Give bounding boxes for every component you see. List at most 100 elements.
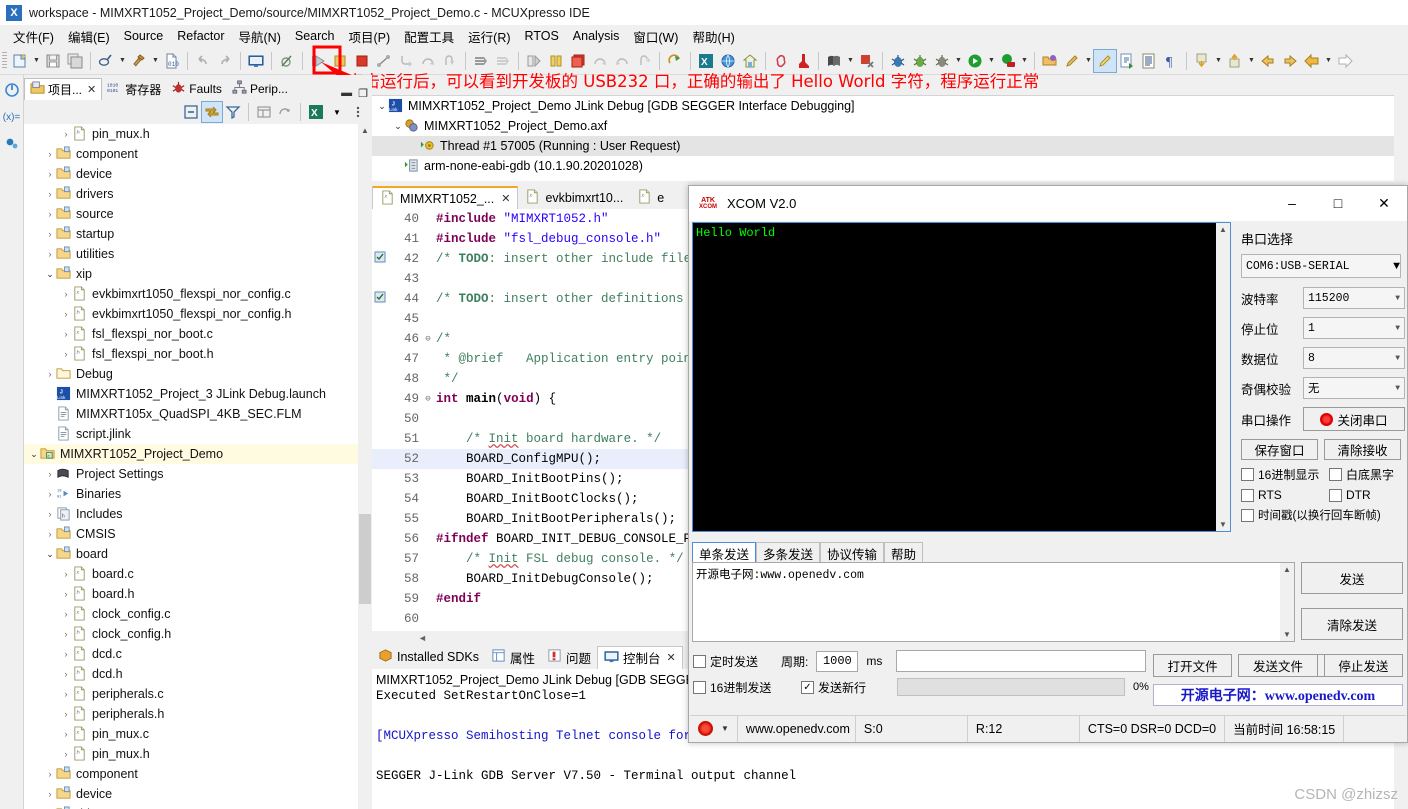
tree-twisty[interactable]: › xyxy=(60,589,72,599)
scroll-thumb[interactable] xyxy=(359,514,371,604)
menu-item-12[interactable]: 帮助(H) xyxy=(685,25,741,48)
tree-twisty[interactable]: › xyxy=(60,329,72,339)
project-tab-0[interactable]: 项目... ✕ xyxy=(24,78,103,100)
mcuxpresso-icon[interactable]: X xyxy=(306,102,326,122)
xcom-send-scrollbar[interactable]: ▲ ▼ xyxy=(1280,563,1294,641)
menu-item-6[interactable]: 项目(P) xyxy=(341,25,397,48)
tree-item[interactable]: › .c clock_config.c xyxy=(24,604,358,624)
skip-breakpoints-button[interactable] xyxy=(276,50,298,72)
layout-icon[interactable] xyxy=(254,102,274,122)
fold-toggle[interactable]: ⊖ xyxy=(422,334,434,344)
link-with-editor-icon[interactable] xyxy=(201,101,223,123)
menu-item-8[interactable]: 运行(R) xyxy=(461,25,517,48)
editor-tab-0[interactable]: .c MIMXRT1052_... ✕ xyxy=(372,186,519,209)
xcom-field-select[interactable]: 无 ▼ xyxy=(1303,377,1405,399)
next-annotation-button[interactable] xyxy=(1191,50,1213,72)
console-tab-3[interactable]: 控制台 ✕ xyxy=(597,645,683,669)
back-dropdown[interactable]: ▼ xyxy=(1323,50,1334,72)
tree-twisty[interactable]: › xyxy=(60,349,72,359)
scroll-down-arrow[interactable]: ▼ xyxy=(1283,630,1291,641)
xcom-receive-area[interactable]: Hello World ▲ ▼ xyxy=(692,222,1231,532)
tree-twisty[interactable]: ⌄ xyxy=(28,449,40,460)
debug-tree-item[interactable]: arm-none-eabi-gdb (10.1.90.20201028) xyxy=(372,156,1408,176)
menu-item-4[interactable]: 导航(N) xyxy=(232,25,288,48)
xcom-send-tab-1[interactable]: 多条发送 xyxy=(756,542,821,563)
console-tab-1[interactable]: 属性 xyxy=(485,646,541,669)
xcom-field-select[interactable]: 1 ▼ xyxy=(1303,317,1405,339)
binary-file-button[interactable]: 010 xyxy=(161,50,183,72)
editor-tab-2[interactable]: .c e xyxy=(630,186,672,209)
tree-twisty[interactable]: ⌄ xyxy=(44,269,56,280)
tree-twisty[interactable]: ⌄ xyxy=(392,121,404,132)
build-clean-button[interactable] xyxy=(95,50,117,72)
prev-annotation-dropdown[interactable]: ▼ xyxy=(1246,50,1257,72)
xcom-hex-display-checkbox[interactable]: 16进制显示 xyxy=(1241,466,1329,483)
xcom-status-led[interactable]: ▼ xyxy=(690,715,738,742)
xcom-close-port-button[interactable]: 关闭串口 xyxy=(1303,407,1405,431)
project-tab-3[interactable]: Perip... xyxy=(227,78,293,100)
xcom-send-tab-2[interactable]: 协议传输 xyxy=(820,542,885,563)
tree-twisty[interactable]: ⌄ xyxy=(376,101,388,112)
xcom-field-select[interactable]: 115200 ▼ xyxy=(1303,287,1405,309)
forward-button[interactable] xyxy=(1334,50,1356,72)
tree-item[interactable]: › .c pin_mux.c xyxy=(24,724,358,744)
tree-twisty[interactable]: › xyxy=(60,289,72,299)
pencil-button[interactable] xyxy=(1061,50,1083,72)
xcom-receive-scrollbar[interactable]: ▲ ▼ xyxy=(1216,223,1230,531)
tree-item[interactable]: script.jlink xyxy=(24,424,358,444)
redo-button[interactable] xyxy=(214,50,236,72)
scroll-up-arrow[interactable]: ▲ xyxy=(1283,563,1291,574)
tree-twisty[interactable]: › xyxy=(44,529,56,539)
console-tab-0[interactable]: Installed SDKs xyxy=(372,646,485,669)
xcom-newline-send-checkbox[interactable]: ✓ 发送新行 xyxy=(801,679,889,696)
tree-item[interactable]: › startup xyxy=(24,224,358,244)
tree-item[interactable]: J Link MIMXRT1052_Project_3 JLink Debug.la… xyxy=(24,384,358,404)
tree-item[interactable]: › CMSIS xyxy=(24,524,358,544)
xcom-send-button[interactable]: 发送 xyxy=(1301,562,1403,594)
project-tab-1[interactable]: 1010 0101 寄存器 xyxy=(102,78,166,100)
tree-item[interactable]: › device xyxy=(24,164,358,184)
tree-twisty[interactable]: › xyxy=(44,209,56,219)
tree-item[interactable]: ⌄ board xyxy=(24,544,358,564)
xcom-title-bar[interactable]: ATK XCOM XCOM V2.0 – □ ✕ xyxy=(689,186,1407,221)
tree-twisty[interactable]: › xyxy=(60,629,72,639)
refresh-icon[interactable] xyxy=(275,102,295,122)
tree-twisty[interactable]: › xyxy=(44,369,56,379)
menu-item-10[interactable]: Analysis xyxy=(566,27,627,45)
prev-annotation-button[interactable] xyxy=(1224,50,1246,72)
tree-item[interactable]: › .c peripherals.c xyxy=(24,684,358,704)
tree-twisty[interactable]: › xyxy=(44,229,56,239)
tree-item[interactable]: › Debug xyxy=(24,364,358,384)
close-icon[interactable]: ✕ xyxy=(667,651,676,664)
tree-item[interactable]: MIMXRT105x_QuadSPI_4KB_SEC.FLM xyxy=(24,404,358,424)
back-history-button[interactable] xyxy=(1257,50,1279,72)
tree-item[interactable]: › .c evkbimxrt1050_flexspi_nor_config.c xyxy=(24,284,358,304)
tree-item[interactable]: › component xyxy=(24,764,358,784)
tree-item[interactable]: ⌄ c MIMXRT1052_Project_Demo xyxy=(24,444,358,464)
collapse-all-icon[interactable] xyxy=(181,102,201,122)
tree-item[interactable]: › .h dcd.h xyxy=(24,664,358,684)
tree-twisty[interactable]: › xyxy=(44,189,56,199)
menu-item-5[interactable]: Search xyxy=(288,27,342,45)
tree-item[interactable]: › .h pin_mux.h xyxy=(24,124,358,144)
list-button[interactable] xyxy=(1138,50,1160,72)
xcom-timestamp-checkbox[interactable]: 时间戳(以换行回车断帧) xyxy=(1241,507,1402,523)
resume-button[interactable] xyxy=(307,50,329,72)
project-tab-2[interactable]: Faults xyxy=(166,78,227,100)
xcom-rts-checkbox[interactable]: RTS xyxy=(1241,488,1329,502)
tree-item[interactable]: ⌄ xip xyxy=(24,264,358,284)
tree-item[interactable]: › .h fsl_flexspi_nor_boot.h xyxy=(24,344,358,364)
highlight-button[interactable] xyxy=(1093,48,1117,73)
menu-item-2[interactable]: Source xyxy=(117,27,171,45)
menu-item-3[interactable]: Refactor xyxy=(170,27,231,45)
tree-item[interactable]: › source xyxy=(24,204,358,224)
xcom-file-path-input[interactable] xyxy=(896,650,1147,672)
scroll-down-arrow[interactable]: ▼ xyxy=(1219,520,1227,531)
editor-tab-1[interactable]: .c evkbimxrt10... xyxy=(518,186,631,209)
close-icon[interactable]: ✕ xyxy=(501,192,510,205)
xcom-send-textarea[interactable]: 开源电子网:www.openedv.com ▲ ▼ xyxy=(692,562,1295,642)
tree-twisty[interactable]: › xyxy=(60,649,72,659)
tree-twisty[interactable]: › xyxy=(44,249,56,259)
chevron-down-icon[interactable]: ▼ xyxy=(721,724,729,733)
tree-twisty[interactable]: › xyxy=(60,729,72,739)
